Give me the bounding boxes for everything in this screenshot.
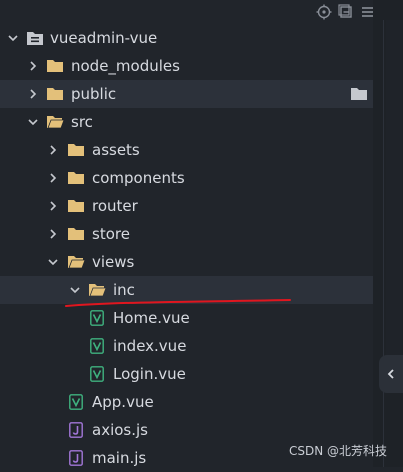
vue-file-icon [69, 394, 83, 410]
chevron-right-icon[interactable] [27, 60, 39, 72]
tree-item-public[interactable]: public [0, 80, 373, 108]
tree-item-label: views [92, 253, 135, 271]
collapse-all-icon[interactable] [338, 4, 354, 20]
tree-item-label: public [71, 85, 117, 103]
collapse-sidebar-button[interactable] [379, 355, 403, 393]
editor-edge [373, 0, 403, 467]
tree-item-store[interactable]: store [0, 220, 373, 248]
tree-item-label: assets [92, 141, 140, 159]
folder-open-icon [47, 116, 65, 129]
chevron-right-icon[interactable] [47, 144, 59, 156]
chevron-down-icon[interactable] [47, 256, 59, 268]
chevron-right-icon[interactable] [27, 88, 39, 100]
tree-item-label: router [92, 197, 138, 215]
chevron-down-icon[interactable] [27, 116, 39, 128]
chevron-left-icon [387, 369, 394, 379]
annotation-underline [65, 299, 291, 307]
tree-item-node-modules[interactable]: node_modules [0, 52, 373, 80]
chevron-down-icon[interactable] [69, 284, 81, 296]
file-explorer-panel: vueadmin-vue node_modules public src ass… [0, 0, 376, 467]
tree-item-label: App.vue [92, 393, 154, 411]
new-folder-icon[interactable] [350, 86, 368, 101]
tree-item-components[interactable]: components [0, 164, 373, 192]
vue-file-icon [90, 366, 104, 382]
js-file-icon [69, 450, 83, 466]
tree-item-label: Login.vue [113, 365, 186, 383]
tree-item-views[interactable]: views [0, 248, 373, 276]
tree-item-router[interactable]: router [0, 192, 373, 220]
folder-icon [68, 172, 84, 184]
chevron-right-icon[interactable] [47, 172, 59, 184]
tree-item-label: Home.vue [113, 309, 190, 327]
explorer-toolbar [316, 4, 376, 20]
folder-icon [68, 200, 84, 212]
tree-item-app-vue[interactable]: App.vue [0, 388, 373, 416]
folder-icon [47, 88, 63, 100]
divider [383, 20, 384, 467]
tree-item-label: index.vue [113, 337, 187, 355]
locate-file-icon[interactable] [316, 4, 332, 20]
tree-item-login-vue[interactable]: Login.vue [0, 360, 373, 388]
folder-open-icon [68, 256, 86, 269]
tree-item-label: axios.js [92, 421, 148, 439]
tree-item-label: components [92, 169, 185, 187]
vue-file-icon [90, 310, 104, 326]
tree-item-label: main.js [92, 449, 147, 467]
tree-item-assets[interactable]: assets [0, 136, 373, 164]
watermark: CSDN @北芳科技 [288, 444, 387, 458]
chevron-down-icon[interactable] [7, 32, 19, 44]
tree-item-label: src [71, 113, 93, 131]
tree-item-axios-js[interactable]: axios.js [0, 416, 373, 444]
tree-item-src[interactable]: src [0, 108, 373, 136]
tree-item-label: node_modules [71, 57, 180, 75]
chevron-right-icon[interactable] [47, 228, 59, 240]
folder-icon [68, 228, 84, 240]
folder-icon [47, 60, 63, 72]
js-file-icon [69, 422, 83, 438]
folder-icon [68, 144, 84, 156]
folder-open-icon [89, 284, 107, 297]
tree-item-root[interactable]: vueadmin-vue [0, 24, 373, 52]
chevron-right-icon[interactable] [47, 200, 59, 212]
tree-item-label: store [92, 225, 130, 243]
tree-item-label: vueadmin-vue [50, 29, 158, 47]
vue-file-icon [90, 338, 104, 354]
project-icon [27, 32, 43, 45]
tree-item-index-vue[interactable]: index.vue [0, 332, 373, 360]
scrollbar[interactable] [386, 20, 402, 355]
